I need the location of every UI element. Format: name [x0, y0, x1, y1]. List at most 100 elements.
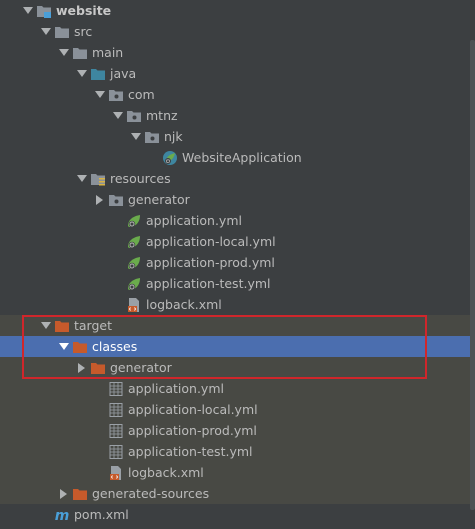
package-icon: [126, 108, 142, 124]
tree-row-label: classes: [92, 339, 138, 354]
tree-row[interactable]: mtnz: [0, 105, 470, 126]
expand-arrow-down-icon[interactable]: [128, 126, 144, 147]
folder-icon: [72, 45, 88, 61]
text-file-icon: [108, 402, 124, 418]
excluded-folder-icon: [72, 486, 88, 502]
maven-pom-icon: m: [54, 507, 70, 523]
tree-row-label: pom.xml: [74, 507, 129, 522]
excluded-folder-icon: [54, 318, 70, 334]
tree-row-label: application-local.yml: [146, 234, 276, 249]
spring-config-icon: [126, 234, 142, 250]
tree-row-label: com: [128, 87, 155, 102]
tree-row-label: logback.xml: [128, 465, 204, 480]
tree-row-label: application.yml: [128, 381, 224, 396]
spring-config-icon: [126, 255, 142, 271]
tree-row[interactable]: java: [0, 63, 470, 84]
expand-arrow-down-icon[interactable]: [56, 336, 72, 357]
svg-text:m: m: [55, 508, 70, 523]
tree-row[interactable]: generator: [0, 357, 470, 378]
excluded-folder-icon: [90, 360, 106, 376]
tree-row[interactable]: application-prod.yml: [0, 252, 470, 273]
module-folder-icon: [36, 3, 52, 19]
excluded-folder-icon: [72, 339, 88, 355]
tree-row-label: logback.xml: [146, 297, 222, 312]
tree-row[interactable]: application-prod.yml: [0, 420, 470, 441]
xml-file-icon: [108, 465, 124, 481]
tree-row-label: WebsiteApplication: [182, 150, 302, 165]
tree-row[interactable]: application-local.yml: [0, 231, 470, 252]
tree-row[interactable]: ⏻ WebsiteApplication: [0, 147, 470, 168]
tree-row[interactable]: target: [0, 315, 470, 336]
tree-row[interactable]: resources: [0, 168, 470, 189]
vertical-scrollbar[interactable]: [470, 0, 475, 529]
tree-row[interactable]: application-test.yml: [0, 273, 470, 294]
tree-row[interactable]: website: [0, 0, 470, 21]
tree-row-label: generator: [110, 360, 172, 375]
project-tree: website src main java com mtnz njk ⏻ Webs…: [0, 0, 475, 529]
tree-row-label: main: [92, 45, 124, 60]
expand-arrow-down-icon[interactable]: [38, 315, 54, 336]
expand-arrow-right-icon[interactable]: [56, 483, 72, 504]
tree-row-label: generated-sources: [92, 486, 210, 501]
svg-text:⏻: ⏻: [166, 159, 170, 165]
tree-row-label: application-prod.yml: [146, 255, 275, 270]
expand-arrow-right-icon[interactable]: [74, 357, 90, 378]
source-folder-icon: [90, 66, 106, 82]
expand-arrow-right-icon[interactable]: [92, 189, 108, 210]
tree-row[interactable]: classes: [0, 336, 470, 357]
spring-config-icon: [126, 213, 142, 229]
tree-row[interactable]: src: [0, 21, 470, 42]
tree-row-label: java: [110, 66, 137, 81]
spring-config-icon: [126, 276, 142, 292]
package-icon: [144, 129, 160, 145]
expand-arrow-down-icon[interactable]: [74, 63, 90, 84]
tree-row[interactable]: application-test.yml: [0, 441, 470, 462]
text-file-icon: [108, 381, 124, 397]
expand-arrow-down-icon[interactable]: [110, 105, 126, 126]
tree-row[interactable]: generated-sources: [0, 483, 470, 504]
tree-row[interactable]: application-local.yml: [0, 399, 470, 420]
tree-row[interactable]: logback.xml: [0, 294, 470, 315]
tree-row[interactable]: application.yml: [0, 210, 470, 231]
tree-row[interactable]: logback.xml: [0, 462, 470, 483]
tree-row-label: website: [56, 3, 112, 18]
tree-row-label: application-test.yml: [146, 276, 271, 291]
scrollbar-thumb[interactable]: [470, 40, 475, 510]
folder-icon: [54, 24, 70, 40]
tree-row-label: application-local.yml: [128, 402, 258, 417]
resources-folder-icon: [90, 171, 106, 187]
tree-row[interactable]: main: [0, 42, 470, 63]
tree-row-label: application-test.yml: [128, 444, 253, 459]
tree-row-label: resources: [110, 171, 171, 186]
expand-arrow-down-icon[interactable]: [56, 42, 72, 63]
tree-row-label: mtnz: [146, 108, 178, 123]
expand-arrow-down-icon[interactable]: [20, 0, 36, 21]
tree-row-label: target: [74, 318, 113, 333]
tree-row[interactable]: application.yml: [0, 378, 470, 399]
text-file-icon: [108, 423, 124, 439]
text-file-icon: [108, 444, 124, 460]
expand-arrow-down-icon[interactable]: [38, 21, 54, 42]
tree-row[interactable]: com: [0, 84, 470, 105]
expand-arrow-down-icon[interactable]: [92, 84, 108, 105]
spring-boot-class-icon: ⏻: [162, 150, 178, 166]
tree-row-label: src: [74, 24, 93, 39]
tree-row[interactable]: generator: [0, 189, 470, 210]
tree-row[interactable]: m pom.xml: [0, 504, 470, 525]
expand-arrow-down-icon[interactable]: [74, 168, 90, 189]
xml-file-icon: [126, 297, 142, 313]
tree-row-label: application-prod.yml: [128, 423, 257, 438]
package-icon: [108, 87, 124, 103]
tree-row[interactable]: njk: [0, 126, 470, 147]
package-icon: [108, 192, 124, 208]
